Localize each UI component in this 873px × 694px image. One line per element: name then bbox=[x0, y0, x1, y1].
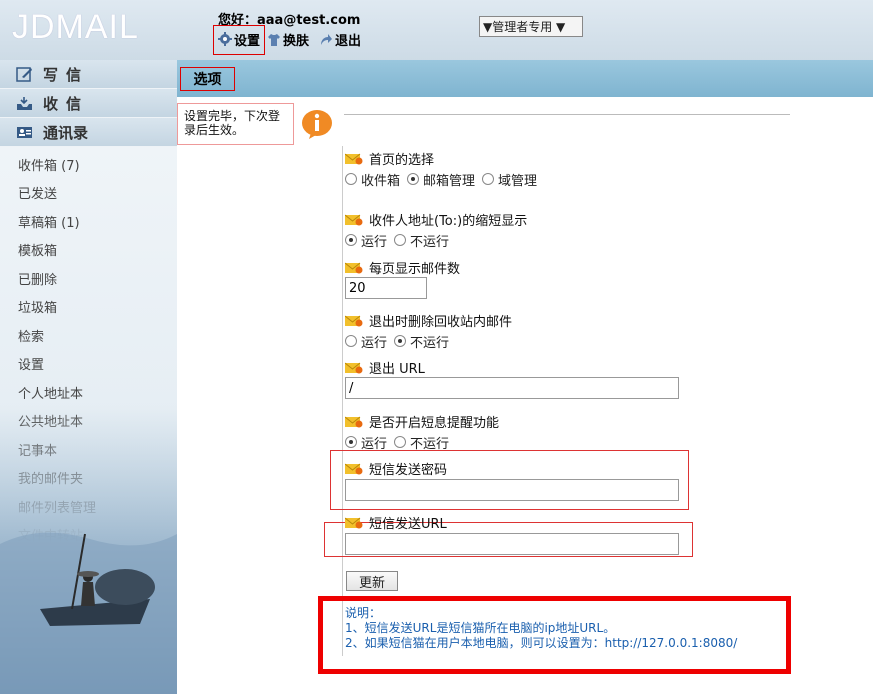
change-skin-button[interactable]: 换肤 bbox=[267, 30, 309, 49]
option-logout-url-label: 退出 URL bbox=[369, 361, 425, 377]
radio-delete-trash-on[interactable]: 运行 bbox=[345, 332, 387, 351]
radio-delete-trash-off[interactable]: 不运行 bbox=[394, 332, 449, 351]
radio-sms-alert-off[interactable]: 不运行 bbox=[394, 433, 449, 452]
mail-envelope-icon bbox=[344, 361, 363, 374]
contacts-icon bbox=[16, 125, 33, 140]
option-delete-trash: 退出时删除回收站内邮件 运行 不运行 bbox=[344, 311, 513, 351]
info-icon bbox=[301, 108, 333, 140]
divider bbox=[344, 114, 790, 115]
sidebar-receive[interactable]: 收信 bbox=[0, 89, 177, 118]
option-sms-password: 短信发送密码 bbox=[344, 459, 679, 501]
radio-to-abbrev-off[interactable]: 不运行 bbox=[394, 231, 449, 250]
logout-button[interactable]: 退出 bbox=[319, 30, 361, 49]
sidebar-item-cloud-drive[interactable]: 企业网盘 bbox=[0, 549, 177, 578]
per-page-input[interactable] bbox=[345, 277, 427, 299]
mail-envelope-icon bbox=[344, 415, 363, 428]
admin-dropdown[interactable]: ▼管理者专用 ▼ bbox=[479, 16, 583, 37]
logout-url-input[interactable] bbox=[345, 377, 679, 399]
sidebar-item-personal-addressbook[interactable]: 个人地址本 bbox=[0, 378, 177, 407]
mail-envelope-icon bbox=[344, 213, 363, 226]
notes-line-2: 2、如果短信猫在用户本地电脑，则可以设置为：http://127.0.0.1:8… bbox=[345, 636, 738, 650]
option-delete-trash-label: 退出时删除回收站内邮件 bbox=[369, 314, 513, 330]
sidebar-item-deleted[interactable]: 已删除 bbox=[0, 264, 177, 293]
option-home-page: 首页的选择 收件箱 邮箱管理 域管理 bbox=[344, 149, 544, 189]
sidebar-contacts-label: 通讯录 bbox=[43, 123, 89, 142]
update-button[interactable]: 更新 bbox=[346, 571, 398, 591]
settings-label: 设置 bbox=[234, 33, 261, 49]
notes-box: 说明： 1、短信发送URL是短信猫所在电脑的ip地址URL。 2、如果短信猫在用… bbox=[318, 596, 791, 674]
mail-envelope-icon bbox=[344, 261, 363, 274]
sms-password-input[interactable] bbox=[345, 479, 679, 501]
sidebar-item-spam[interactable]: 垃圾箱 bbox=[0, 293, 177, 322]
sidebar-item-inbox[interactable]: 收件箱 (7) bbox=[0, 150, 177, 179]
option-per-page: 每页显示邮件数 bbox=[344, 258, 461, 299]
notes-title: 说明： bbox=[345, 606, 382, 620]
sidebar-compose[interactable]: 写信 bbox=[0, 60, 177, 89]
sidebar-item-sent[interactable]: 已发送 bbox=[0, 179, 177, 208]
mail-envelope-icon bbox=[344, 152, 363, 165]
settings-button[interactable]: 设置 bbox=[213, 24, 266, 55]
sidebar-compose-label: 写信 bbox=[43, 65, 90, 84]
option-to-abbrev: 收件人地址(To:)的缩短显示 运行 不运行 bbox=[344, 210, 528, 250]
notes-line-1: 1、短信发送URL是短信猫所在电脑的ip地址URL。 bbox=[345, 621, 616, 635]
sidebar-receive-label: 收信 bbox=[43, 94, 90, 113]
option-home-label: 首页的选择 bbox=[369, 152, 435, 168]
app-logo: JDMAIL bbox=[12, 8, 139, 46]
divider-vertical bbox=[342, 146, 343, 656]
inbox-receive-icon bbox=[16, 96, 33, 111]
sidebar-item-search[interactable]: 检索 bbox=[0, 321, 177, 350]
sidebar-item-feedback[interactable]: 意见反馈 bbox=[0, 578, 177, 607]
gear-icon bbox=[218, 32, 232, 46]
sidebar-contacts[interactable]: 通讯录 bbox=[0, 118, 177, 147]
option-to-abbrev-label: 收件人地址(To:)的缩短显示 bbox=[369, 213, 528, 229]
settings-notice: 设置完毕，下次登录后生效。 bbox=[177, 103, 294, 145]
logout-label: 退出 bbox=[335, 34, 362, 49]
sidebar-item-notepad[interactable]: 记事本 bbox=[0, 435, 177, 464]
mail-envelope-icon bbox=[344, 314, 363, 327]
mail-envelope-icon bbox=[344, 516, 363, 529]
sidebar-item-file-transfer[interactable]: 文件中转站 bbox=[0, 521, 177, 550]
logout-arrow-icon bbox=[319, 33, 333, 47]
page-title: 选项 bbox=[180, 67, 235, 91]
mail-envelope-icon bbox=[344, 462, 363, 475]
sidebar-item-templates[interactable]: 模板箱 bbox=[0, 236, 177, 265]
sidebar: 写信 收信 通讯录 收件箱 (7) 已发送 草稿箱 (1) 模板箱 已删除 垃圾… bbox=[0, 60, 177, 694]
option-sms-url-label: 短信发送URL bbox=[369, 516, 447, 532]
radio-to-abbrev-on[interactable]: 运行 bbox=[345, 231, 387, 250]
change-skin-label: 换肤 bbox=[283, 34, 310, 49]
option-logout-url: 退出 URL bbox=[344, 358, 679, 399]
option-sms-url: 短信发送URL bbox=[344, 513, 679, 555]
option-sms-alert: 是否开启短息提醒功能 运行 不运行 bbox=[344, 412, 500, 452]
sidebar-item-settings[interactable]: 设置 bbox=[0, 350, 177, 379]
radio-sms-alert-on[interactable]: 运行 bbox=[345, 433, 387, 452]
compose-icon bbox=[16, 66, 33, 82]
radio-home-domain-admin[interactable]: 域管理 bbox=[482, 170, 537, 189]
toolbar: 设置 换肤 退出 bbox=[213, 24, 371, 55]
sms-url-input[interactable] bbox=[345, 533, 679, 555]
option-per-page-label: 每页显示邮件数 bbox=[369, 261, 461, 277]
header: JDMAIL 您好：aaa@test.com 设置 换肤 退出 ▼管理者专用 ▼ bbox=[0, 0, 873, 60]
option-sms-alert-label: 是否开启短息提醒功能 bbox=[369, 415, 500, 431]
radio-home-inbox[interactable]: 收件箱 bbox=[345, 170, 400, 189]
option-sms-password-label: 短信发送密码 bbox=[369, 462, 448, 478]
radio-home-mailbox-admin[interactable]: 邮箱管理 bbox=[407, 170, 475, 189]
shirt-icon bbox=[267, 33, 281, 47]
sidebar-item-public-addressbook[interactable]: 公共地址本 bbox=[0, 407, 177, 436]
sidebar-item-drafts[interactable]: 草稿箱 (1) bbox=[0, 207, 177, 236]
sidebar-item-my-folders[interactable]: 我的邮件夹 bbox=[0, 464, 177, 493]
page-title-bar: 选项 bbox=[177, 60, 873, 97]
sidebar-item-mailing-lists[interactable]: 邮件列表管理 bbox=[0, 492, 177, 521]
